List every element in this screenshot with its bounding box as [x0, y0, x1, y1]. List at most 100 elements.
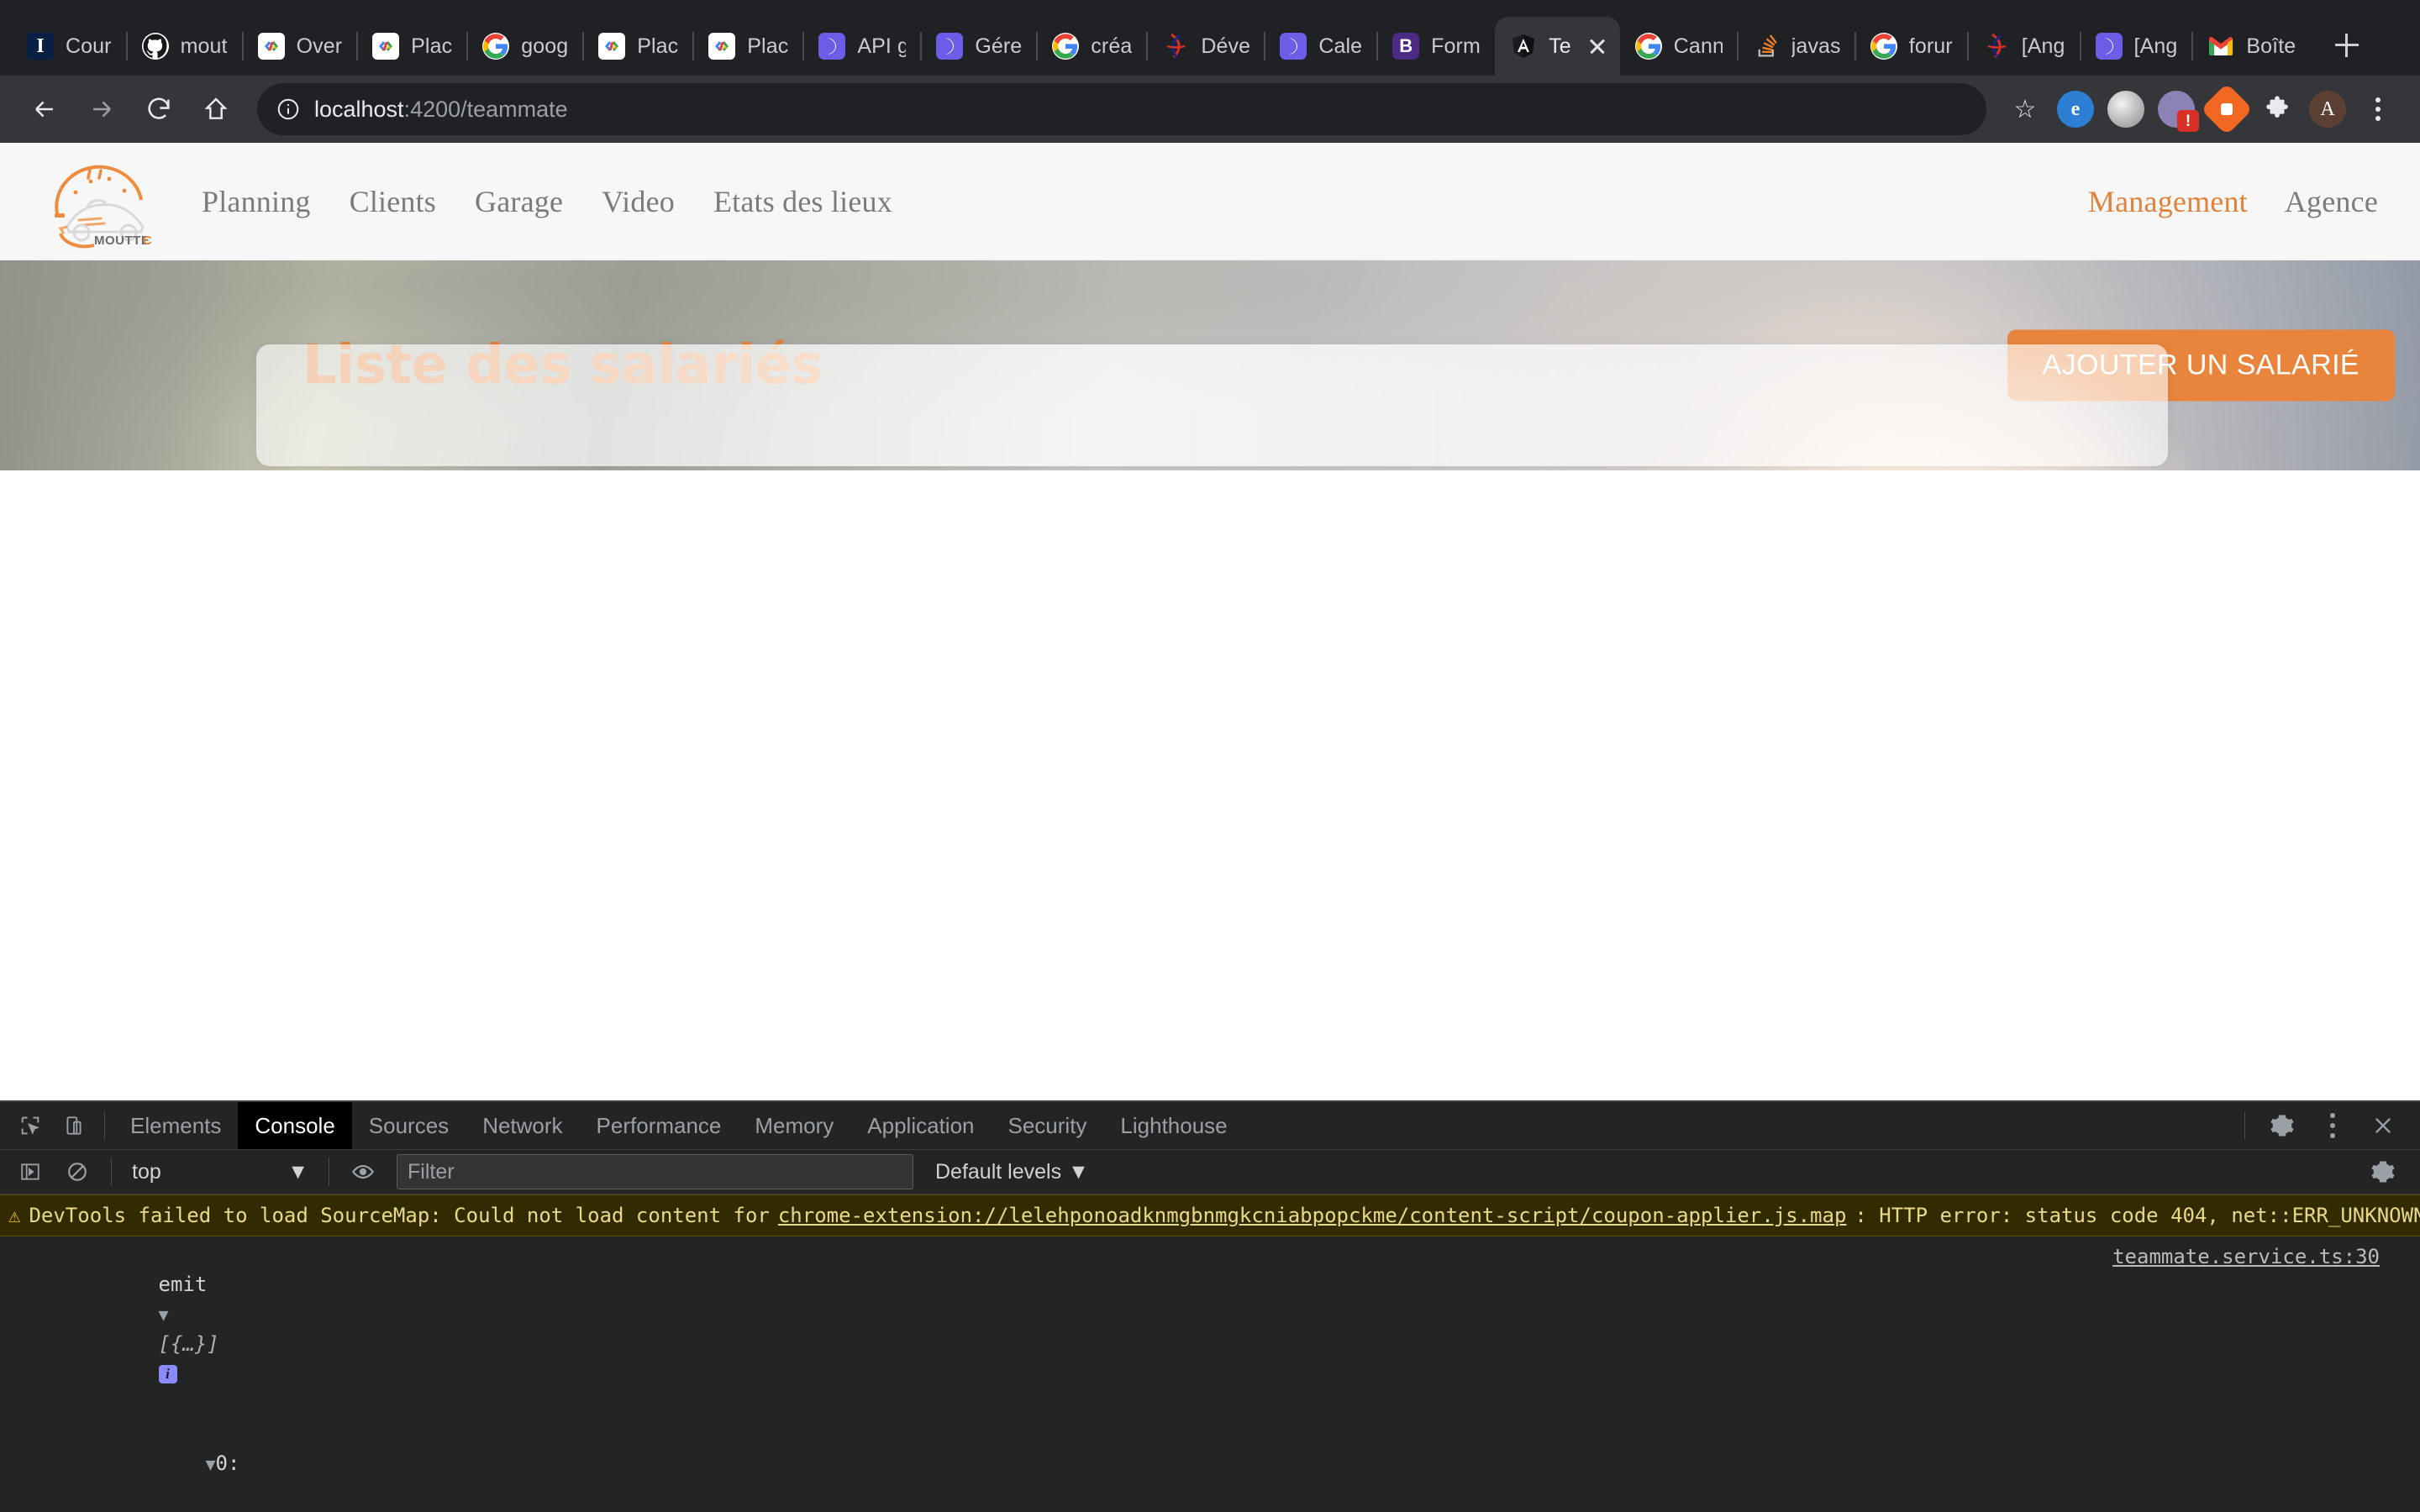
puzzle-extensions-icon[interactable]	[2254, 86, 2301, 133]
devtools-tab-network[interactable]: Network	[466, 1102, 579, 1149]
tab-title: Plac	[637, 34, 679, 58]
purple-moon-icon	[1280, 33, 1307, 60]
reload-icon[interactable]	[133, 83, 185, 135]
console-levels-select[interactable]: Default levels ▼	[935, 1160, 1089, 1184]
browser-tab[interactable]: Cann	[1620, 17, 1738, 76]
browser-tab[interactable]: API g	[802, 17, 921, 76]
tab-title: Boîte	[2246, 34, 2296, 58]
console-messages: ⚠ DevTools failed to load SourceMap: Cou…	[0, 1194, 2420, 1512]
grey-extension-icon[interactable]	[2102, 86, 2149, 133]
address-bar[interactable]: localhost:4200/teammate	[257, 83, 1986, 135]
clear-console-icon[interactable]	[55, 1150, 99, 1194]
expand-triangle-icon[interactable]: ▼	[159, 1305, 169, 1325]
browser-tab[interactable]: Plac	[356, 17, 467, 76]
devtools-panel: Elements Console Sources Network Performance…	[0, 1100, 2420, 1512]
browser-tab[interactable]: mout	[125, 17, 243, 76]
nav-link-video[interactable]: Video	[602, 184, 675, 219]
nav-link-etats-des-lieux[interactable]: Etats des lieux	[713, 184, 892, 219]
devtools-tab-lighthouse[interactable]: Lighthouse	[1103, 1102, 1244, 1149]
console-context-select[interactable]: top ▼	[124, 1155, 317, 1189]
nav-link-clients[interactable]: Clients	[350, 184, 436, 219]
sourcemap-link[interactable]: chrome-extension://lelehponoadknmgbnmgkc…	[778, 1200, 1847, 1231]
inspect-element-icon[interactable]	[8, 1104, 52, 1147]
kebab-menu-icon[interactable]	[2354, 86, 2402, 133]
live-expression-eye-icon[interactable]	[341, 1150, 385, 1194]
info-circle-icon[interactable]	[276, 97, 301, 122]
nav-link-garage[interactable]: Garage	[475, 184, 563, 219]
console-context-value: top	[132, 1159, 161, 1184]
console-warning-message[interactable]: ⚠ DevTools failed to load SourceMap: Cou…	[0, 1194, 2420, 1236]
tab-title: [Ang	[2133, 34, 2178, 58]
home-icon[interactable]	[190, 83, 242, 135]
github-icon	[141, 33, 169, 60]
devtools-tab-sources[interactable]: Sources	[352, 1102, 466, 1149]
browser-tab[interactable]: Déve	[1146, 17, 1265, 76]
devtools-tab-elements[interactable]: Elements	[113, 1102, 238, 1149]
browser-tab[interactable]: Plac	[692, 17, 803, 76]
browser-tab[interactable]: javas	[1736, 17, 1855, 76]
warning-text-suffix: : HTTP error: status code 404, net::ERR_…	[1854, 1204, 2420, 1227]
honey-extension-icon[interactable]	[2200, 82, 2254, 136]
forward-arrow-icon[interactable]	[76, 83, 128, 135]
profile-avatar[interactable]: A	[2304, 86, 2351, 133]
tab-title: Cale	[1318, 34, 1363, 58]
browser-tab[interactable]: Cale	[1264, 17, 1377, 76]
devtools-more-icon[interactable]	[2311, 1104, 2354, 1147]
browser-tab[interactable]: Plac	[582, 17, 693, 76]
console-settings-gear-icon[interactable]	[2361, 1150, 2405, 1194]
tab-title: Cour	[66, 34, 112, 58]
console-array-index-row[interactable]: ▼0:	[37, 1419, 2420, 1509]
browser-tab[interactable]: B Form	[1376, 17, 1495, 76]
devtools-tab-security[interactable]: Security	[992, 1102, 1104, 1149]
nav-link-planning[interactable]: Planning	[202, 184, 311, 219]
gear-icon[interactable]	[2260, 1104, 2304, 1147]
google-places-icon	[372, 33, 400, 60]
browser-tab[interactable]: forur	[1854, 17, 1968, 76]
purple-moon-icon	[2095, 33, 2123, 60]
address-bar-text: localhost:4200/teammate	[314, 97, 568, 123]
info-badge-icon[interactable]: i	[158, 1364, 177, 1383]
tab-title: goog	[521, 34, 569, 58]
browser-tab[interactable]: [Ang	[1966, 17, 2081, 76]
new-tab-button[interactable]	[2323, 22, 2370, 69]
console-sidebar-icon[interactable]	[8, 1150, 52, 1194]
nav-link-management[interactable]: Management	[2088, 184, 2248, 219]
bookmark-star-icon[interactable]: ☆	[2002, 86, 2049, 133]
browser-tab[interactable]: goog	[466, 17, 583, 76]
nav-link-agence[interactable]: Agence	[2285, 184, 2378, 219]
console-log-header[interactable]: emit ▼ [{…}] i	[37, 1240, 2420, 1419]
browser-tab[interactable]: créa	[1036, 17, 1147, 76]
app-nav-links: Planning Clients Garage Video Etats des lieu…	[202, 184, 892, 219]
web-page: MOUTTE C Planning Clients Garage Video Etats…	[0, 143, 2420, 1092]
devtools-close-icon[interactable]	[2361, 1104, 2405, 1147]
console-property-row: action: "edit"	[118, 1509, 2420, 1512]
evernote-extension-icon[interactable]: e	[2052, 86, 2099, 133]
browser-tab[interactable]: I Cour	[12, 17, 127, 76]
devtools-tab-performance[interactable]: Performance	[580, 1102, 739, 1149]
console-source-link[interactable]: teammate.service.ts:30	[2112, 1245, 2380, 1268]
browser-tab[interactable]: [Ang	[2079, 17, 2193, 76]
console-filter-input[interactable]: Filter	[397, 1154, 913, 1189]
devtools-tab-console[interactable]: Console	[238, 1102, 352, 1149]
svg-text:C: C	[143, 234, 152, 248]
toolbar-right-actions: ☆ e ! A	[2002, 82, 2402, 136]
expand-triangle-icon[interactable]: ▼	[206, 1454, 216, 1474]
mouttec-logo[interactable]: MOUTTE C	[42, 153, 176, 249]
warning-triangle-icon: ⚠	[8, 1204, 21, 1227]
purple-extension-icon[interactable]: !	[2153, 86, 2200, 133]
devtools-tab-application[interactable]: Application	[850, 1102, 991, 1149]
browser-tab[interactable]: Gére	[920, 17, 1037, 76]
address-path: :4200/teammate	[403, 96, 568, 122]
browser-window: I Cour mout Over Plac goog Plac Plac API g Gére cr…	[0, 0, 2420, 1512]
back-arrow-icon[interactable]	[18, 83, 71, 135]
tab-title: Over	[296, 34, 343, 58]
browser-tab-active[interactable]: Te	[1495, 17, 1620, 76]
browser-tab[interactable]: Over	[241, 17, 358, 76]
console-log-entry: teammate.service.ts:30 emit ▼ [{…}] i ▼0…	[0, 1236, 2420, 1512]
devtools-tab-memory[interactable]: Memory	[738, 1102, 850, 1149]
device-toolbar-icon[interactable]	[52, 1104, 96, 1147]
tab-title: Gére	[975, 34, 1023, 58]
browser-tab[interactable]: Boîte	[2191, 17, 2310, 76]
tab-title: [Ang	[2021, 34, 2065, 58]
close-icon[interactable]	[1583, 32, 1612, 60]
